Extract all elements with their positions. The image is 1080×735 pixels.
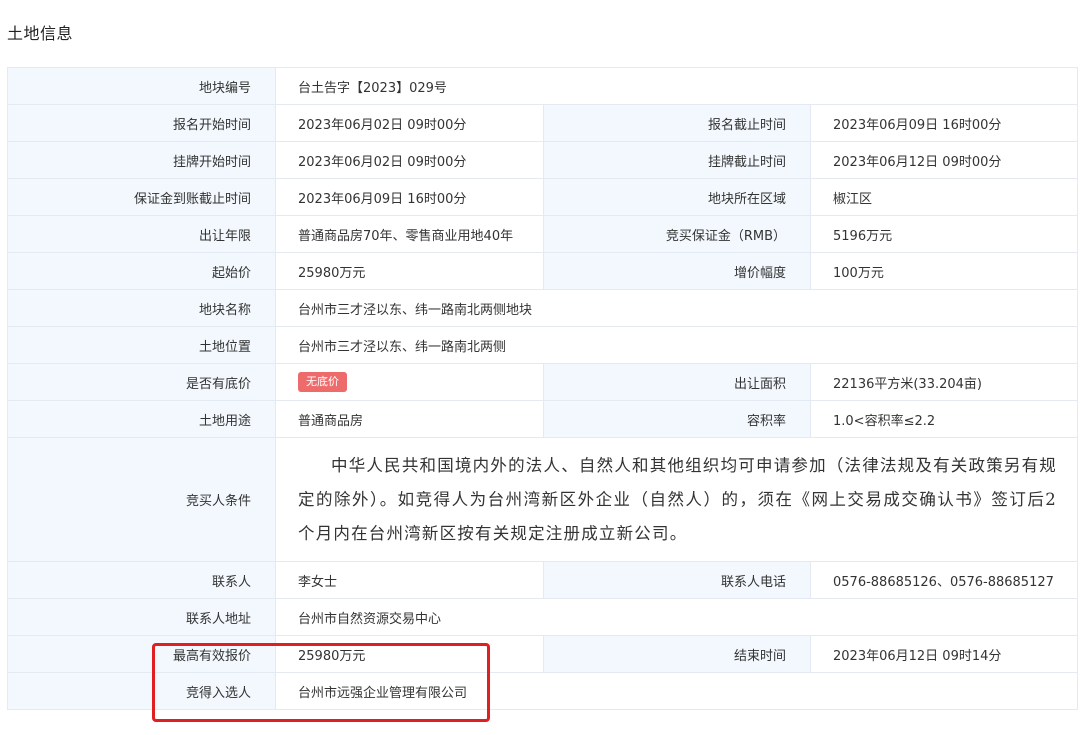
contact-phone-label: 联系人电话 [543, 561, 811, 599]
far-label: 容积率 [543, 400, 811, 438]
area-value: 22136平方米(33.204亩) [809, 363, 1079, 401]
table-row: 竞得入选人 台州市远强企业管理有限公司 [7, 672, 1079, 710]
bidder-conditions-text: 中华人民共和国境内外的法人、自然人和其他组织均可申请参加（法律法规及有关政策另有… [298, 455, 1058, 543]
table-row: 土地位置 台州市三才泾以东、纬一路南北两侧 [7, 326, 1079, 364]
reg-start-label: 报名开始时间 [7, 104, 276, 142]
table-row: 是否有底价 无底价 出让面积 22136平方米(33.204亩) [7, 363, 1079, 401]
bidder-conditions-cell: 中华人民共和国境内外的法人、自然人和其他组织均可申请参加（法律法规及有关政策另有… [274, 437, 1079, 562]
location-value: 台州市三才泾以东、纬一路南北两侧 [274, 326, 1079, 364]
contact-phone-value: 0576-88685126、0576-88685127 [809, 561, 1079, 599]
usage-label: 土地用途 [7, 400, 276, 438]
list-start-label: 挂牌开始时间 [7, 141, 276, 179]
table-row: 起始价 25980万元 增价幅度 100万元 [7, 252, 1079, 290]
list-start-value: 2023年06月02日 09时00分 [275, 141, 544, 179]
reserve-price-value: 无底价 [275, 363, 544, 401]
start-price-value: 25980万元 [275, 252, 544, 290]
contact-label: 联系人 [7, 561, 276, 599]
area-label: 出让面积 [543, 363, 811, 401]
table-row: 报名开始时间 2023年06月02日 09时00分 报名截止时间 2023年06… [7, 104, 1079, 142]
table-row: 最高有效报价 25980万元 结束时间 2023年06月12日 09时14分 [7, 635, 1079, 673]
term-label: 出让年限 [7, 215, 276, 253]
reg-end-label: 报名截止时间 [543, 104, 811, 142]
table-row: 联系人 李女士 联系人电话 0576-88685126、0576-8868512… [7, 561, 1079, 599]
land-info-table: 地块编号 台土告字【2023】029号 报名开始时间 2023年06月02日 0… [7, 67, 1079, 710]
table-row: 竞买人条件 中华人民共和国境内外的法人、自然人和其他组织均可申请参加（法律法规及… [7, 437, 1079, 562]
contact-address-value: 台州市自然资源交易中心 [274, 598, 1079, 636]
contact-address-label: 联系人地址 [7, 598, 276, 636]
usage-value: 普通商品房 [275, 400, 544, 438]
table-row: 土地用途 普通商品房 容积率 1.0<容积率≤2.2 [7, 400, 1079, 438]
end-time-label: 结束时间 [543, 635, 811, 673]
list-end-value: 2023年06月12日 09时00分 [809, 141, 1079, 179]
location-label: 土地位置 [7, 326, 276, 364]
end-time-value: 2023年06月12日 09时14分 [809, 635, 1079, 673]
highest-bid-value: 25980万元 [275, 635, 544, 673]
table-row: 联系人地址 台州市自然资源交易中心 [7, 598, 1079, 636]
table-row: 保证金到账截止时间 2023年06月09日 16时00分 地块所在区域 椒江区 [7, 178, 1079, 216]
bidder-conditions-label: 竞买人条件 [7, 437, 276, 562]
table-row: 挂牌开始时间 2023年06月02日 09时00分 挂牌截止时间 2023年06… [7, 141, 1079, 179]
plot-number-value: 台土告字【2023】029号 [274, 67, 1079, 105]
term-value: 普通商品房70年、零售商业用地40年 [275, 215, 544, 253]
plot-name-label: 地块名称 [7, 289, 276, 327]
reserve-price-label: 是否有底价 [7, 363, 276, 401]
page-title: 土地信息 [7, 24, 74, 43]
list-end-label: 挂牌截止时间 [543, 141, 811, 179]
table-row: 地块编号 台土告字【2023】029号 [7, 67, 1079, 105]
deposit-deadline-label: 保证金到账截止时间 [7, 178, 276, 216]
highest-bid-label: 最高有效报价 [7, 635, 276, 673]
deposit-deadline-value: 2023年06月09日 16时00分 [275, 178, 544, 216]
deposit-label: 竞买保证金（RMB） [543, 215, 811, 253]
winner-label: 竞得入选人 [7, 672, 276, 710]
increment-value: 100万元 [809, 252, 1079, 290]
deposit-value: 5196万元 [809, 215, 1079, 253]
far-value: 1.0<容积率≤2.2 [809, 400, 1079, 438]
contact-value: 李女士 [275, 561, 544, 599]
winner-value: 台州市远强企业管理有限公司 [274, 672, 1079, 710]
reg-start-value: 2023年06月02日 09时00分 [275, 104, 544, 142]
table-row: 出让年限 普通商品房70年、零售商业用地40年 竞买保证金（RMB） 5196万… [7, 215, 1079, 253]
table-row: 地块名称 台州市三才泾以东、纬一路南北两侧地块 [7, 289, 1079, 327]
start-price-label: 起始价 [7, 252, 276, 290]
no-reserve-tag: 无底价 [298, 372, 347, 392]
region-value: 椒江区 [809, 178, 1079, 216]
increment-label: 增价幅度 [543, 252, 811, 290]
plot-name-value: 台州市三才泾以东、纬一路南北两侧地块 [274, 289, 1079, 327]
reg-end-value: 2023年06月09日 16时00分 [809, 104, 1079, 142]
plot-number-label: 地块编号 [7, 67, 276, 105]
region-label: 地块所在区域 [543, 178, 811, 216]
